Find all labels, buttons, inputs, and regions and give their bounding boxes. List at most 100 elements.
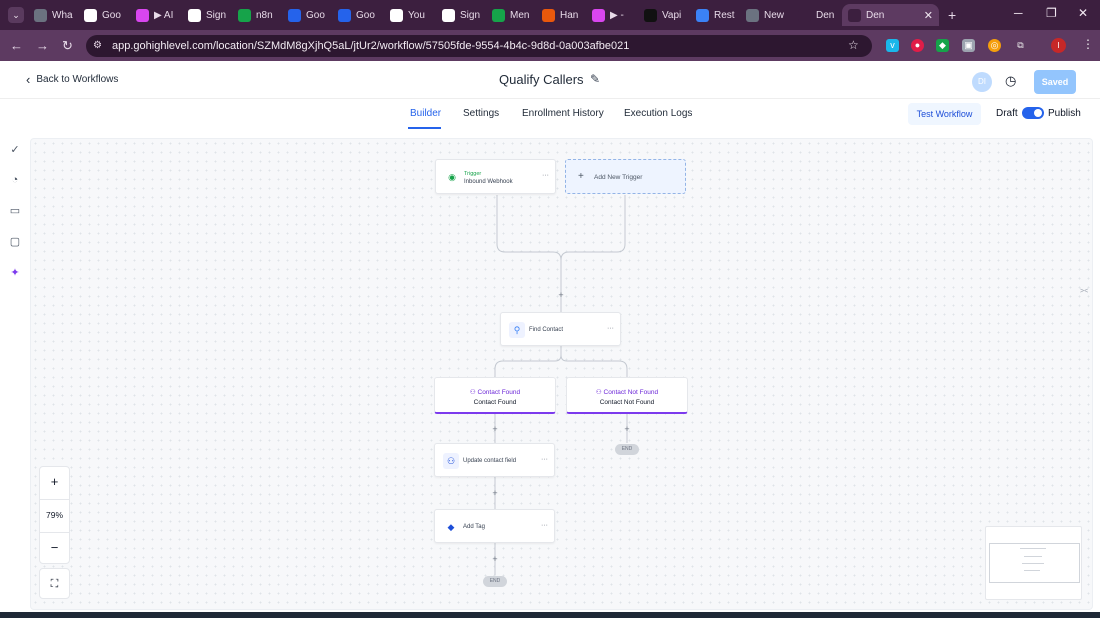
extension-icon[interactable]: ● — [911, 39, 924, 52]
minimap-node — [1022, 563, 1044, 564]
browser-menu-icon[interactable]: ⋮ — [1082, 37, 1094, 51]
taskbar-edge — [0, 612, 1100, 618]
add-tag-node[interactable]: ◆ Add Tag ··· — [434, 509, 555, 543]
url-input[interactable]: ⚙ app.gohighlevel.com/location/SZMdM8gXj… — [86, 35, 872, 57]
add-step-plus-icon[interactable]: + — [622, 424, 632, 434]
browser-profile-avatar[interactable]: I — [1051, 38, 1066, 53]
publish-toggle[interactable] — [1022, 107, 1044, 119]
browser-tab[interactable]: ▶ AI — [130, 4, 178, 26]
update-contact-field-node[interactable]: ⚇ Update contact field ··· — [434, 443, 555, 477]
blank-icon — [848, 8, 861, 22]
browser-tab-label: Sign — [460, 9, 481, 21]
add-trigger-label: Add New Trigger — [594, 174, 643, 181]
browser-tab[interactable]: Han — [536, 4, 584, 26]
check-circle-icon[interactable]: ✓ — [8, 143, 22, 157]
tab-builder[interactable]: Builder — [410, 108, 441, 119]
user-avatar[interactable]: DI — [972, 72, 992, 92]
browser-tab-label: Vapi — [662, 9, 682, 21]
back-to-workflows-link[interactable]: ‹ Back to Workflows — [26, 73, 119, 86]
bookmark-star-icon[interactable]: ☆ — [848, 38, 859, 52]
pencil-icon[interactable]: ✎ — [590, 72, 600, 86]
forward-arrow-icon[interactable]: → — [36, 38, 49, 53]
browser-tab-label: n8n — [256, 9, 273, 21]
make-icon — [592, 8, 605, 22]
fit-view-button[interactable]: ⛶ — [39, 568, 70, 599]
docs-icon — [84, 8, 97, 22]
add-tag-label: Add Tag — [463, 524, 485, 530]
browser-tab[interactable]: Den — [792, 4, 840, 26]
browser-tab[interactable]: Men — [486, 4, 534, 26]
branch-contact-found[interactable]: ⚇ Contact Found Contact Found — [434, 377, 556, 414]
browser-tab[interactable]: Rest — [690, 4, 738, 26]
browser-tab[interactable]: Goo — [78, 4, 126, 26]
browser-tab-label: Goo — [306, 9, 325, 21]
tab-execution-logs[interactable]: Execution Logs — [624, 108, 692, 119]
extension-icon[interactable]: ◆ — [936, 39, 949, 52]
browser-tab-label: Rest — [714, 9, 735, 21]
extensions-puzzle-icon[interactable]: ⧉ — [1014, 39, 1027, 52]
google-icon — [442, 8, 455, 22]
zoom-controls: + 79% − — [39, 466, 70, 564]
workflow-canvas[interactable] — [30, 138, 1093, 610]
browser-tab[interactable]: New — [740, 4, 788, 26]
add-new-trigger-button[interactable]: + Add New Trigger — [565, 159, 686, 194]
browser-tab[interactable]: Vapi — [638, 4, 686, 26]
vimeo-extension-icon[interactable]: v — [886, 39, 899, 52]
add-step-plus-icon[interactable]: + — [556, 290, 566, 300]
tab-settings[interactable]: Settings — [463, 108, 499, 119]
divider — [40, 532, 69, 533]
back-label: Back to Workflows — [36, 74, 119, 85]
trigger-node[interactable]: ◉ Trigger Inbound Webhook ··· — [435, 159, 556, 194]
add-step-plus-icon[interactable]: + — [490, 554, 500, 564]
branch-title-text: Contact Not Found — [603, 389, 659, 396]
browser-tab[interactable]: ▶ - — [586, 4, 634, 26]
more-options-icon[interactable]: ··· — [607, 325, 614, 332]
zoom-in-button[interactable]: + — [40, 474, 69, 489]
form-icon — [696, 8, 709, 22]
browser-tab[interactable]: Den ✕ — [842, 4, 939, 26]
workflow-title[interactable]: Qualify Callers — [499, 72, 584, 87]
browser-tab[interactable]: Wha — [28, 4, 76, 26]
browser-tab[interactable]: Sign — [436, 4, 484, 26]
add-step-plus-icon[interactable]: + — [490, 488, 500, 498]
tab-enrollment-history[interactable]: Enrollment History — [522, 108, 604, 119]
more-options-icon[interactable]: ··· — [541, 456, 548, 463]
add-step-plus-icon[interactable]: + — [490, 424, 500, 434]
note-icon[interactable]: ▢ — [8, 235, 22, 249]
browser-tab[interactable]: Sign — [182, 4, 230, 26]
history-icon[interactable]: ◷ — [1005, 73, 1016, 89]
contact-search-icon: ⚲ — [509, 322, 525, 338]
new-tab-button[interactable]: + — [948, 7, 956, 23]
more-options-icon[interactable]: ··· — [541, 522, 548, 529]
collapse-panel-icon[interactable]: >< — [1080, 288, 1094, 302]
test-workflow-button[interactable]: Test Workflow — [908, 103, 981, 125]
find-contact-node[interactable]: ⚲ Find Contact ··· — [500, 312, 621, 346]
restore-icon[interactable]: ❐ — [1046, 6, 1057, 20]
comment-icon[interactable]: ▭ — [8, 204, 22, 218]
workflow-subnav: Builder Settings Enrollment History Exec… — [0, 99, 1100, 129]
more-options-icon[interactable]: ··· — [542, 172, 549, 179]
tab-search-chevron-icon[interactable]: ⌄ — [8, 7, 24, 23]
minimap-node — [1024, 570, 1040, 571]
camera-extension-icon[interactable]: ▣ — [962, 39, 975, 52]
branch-contact-not-found[interactable]: ⚇ Contact Not Found Contact Not Found — [566, 377, 688, 414]
close-tab-icon[interactable]: ✕ — [924, 9, 933, 22]
browser-tab[interactable]: n8n — [232, 4, 280, 26]
browser-tab[interactable]: You — [384, 4, 432, 26]
site-settings-icon[interactable]: ⚙ — [93, 40, 102, 51]
saved-button[interactable]: Saved — [1034, 70, 1076, 94]
minimize-icon[interactable]: ─ — [1014, 6, 1023, 20]
pie-chart-icon[interactable]: ◔ — [8, 173, 22, 187]
close-window-icon[interactable]: ✕ — [1078, 6, 1088, 20]
browser-tab[interactable]: Goo — [282, 4, 330, 26]
trigger-subtitle: Inbound Webhook — [464, 179, 513, 185]
back-arrow-icon[interactable]: ← — [10, 38, 23, 53]
zoom-out-button[interactable]: − — [40, 540, 69, 555]
browser-tab[interactable]: Goo — [332, 4, 380, 26]
extension-icon[interactable]: ◎ — [988, 39, 1001, 52]
ai-sparkle-icon[interactable]: ✦ — [8, 266, 22, 280]
reload-icon[interactable]: ↻ — [62, 38, 73, 54]
browser-tab-label: Goo — [356, 9, 375, 21]
gmail-icon — [390, 8, 403, 22]
minimap[interactable] — [985, 526, 1082, 600]
